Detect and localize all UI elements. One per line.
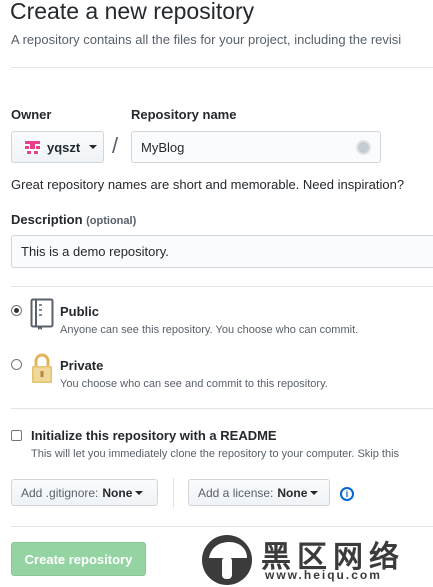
info-icon[interactable]: i: [340, 487, 354, 501]
owner-select-button[interactable]: yqszt: [11, 131, 104, 163]
description-input[interactable]: This is a demo repository.: [11, 235, 433, 268]
availability-spinner-icon: [356, 140, 371, 155]
repo-name-value: MyBlog: [141, 139, 185, 155]
divider-middle: [11, 286, 433, 287]
license-prefix: Add a license:: [198, 485, 274, 500]
chevron-down-icon: [135, 490, 144, 495]
owner-repo-separator: /: [112, 133, 119, 158]
readme-note: This will let you immediately clone the …: [31, 448, 400, 460]
license-value: None: [277, 485, 308, 500]
private-note: You choose who can see and commit to thi…: [60, 378, 328, 390]
gitignore-value: None: [102, 485, 133, 500]
repo-name-label: Repository name: [131, 107, 237, 122]
page-title: Create a new repository: [10, 0, 255, 24]
repo-name-hint: Great repository names are short and mem…: [11, 177, 405, 192]
divider-bottom: [11, 526, 433, 527]
divider-lower: [11, 408, 433, 409]
select-divider: [173, 478, 174, 508]
license-select-button[interactable]: Add a license: None: [188, 479, 330, 506]
chevron-down-icon: [310, 490, 319, 495]
public-note: Anyone can see this repository. You choo…: [60, 324, 359, 336]
repo-book-icon: [30, 298, 54, 330]
watermark-url: www.heiqu.com: [265, 568, 382, 582]
gitignore-select-button[interactable]: Add .gitignore: None: [11, 479, 158, 506]
owner-name: yqszt: [47, 139, 81, 155]
repo-name-input[interactable]: MyBlog: [131, 131, 381, 163]
description-label-row: Description (optional): [11, 212, 136, 227]
public-radio[interactable]: [11, 305, 22, 316]
description-label: Description: [11, 212, 83, 227]
chevron-down-icon: [89, 145, 98, 149]
readme-checkbox[interactable]: [11, 430, 22, 441]
gitignore-prefix: Add .gitignore:: [21, 485, 99, 500]
private-label: Private: [60, 358, 104, 373]
optional-label: (optional): [86, 215, 137, 227]
description-value: This is a demo repository.: [21, 244, 169, 259]
public-label: Public: [60, 304, 100, 319]
owner-label: Owner: [11, 107, 52, 122]
divider-top: [11, 67, 433, 68]
watermark: 黑区网络 www.heiqu.com: [199, 530, 433, 587]
lock-icon: [32, 353, 52, 383]
owner-avatar-icon: [24, 140, 41, 154]
create-repository-button[interactable]: Create repository: [11, 542, 146, 576]
mushroom-logo-icon: [202, 535, 252, 585]
page-subhead: A repository contains all the files for …: [11, 32, 402, 47]
readme-label: Initialize this repository with a README: [31, 428, 277, 443]
private-radio[interactable]: [11, 359, 22, 370]
